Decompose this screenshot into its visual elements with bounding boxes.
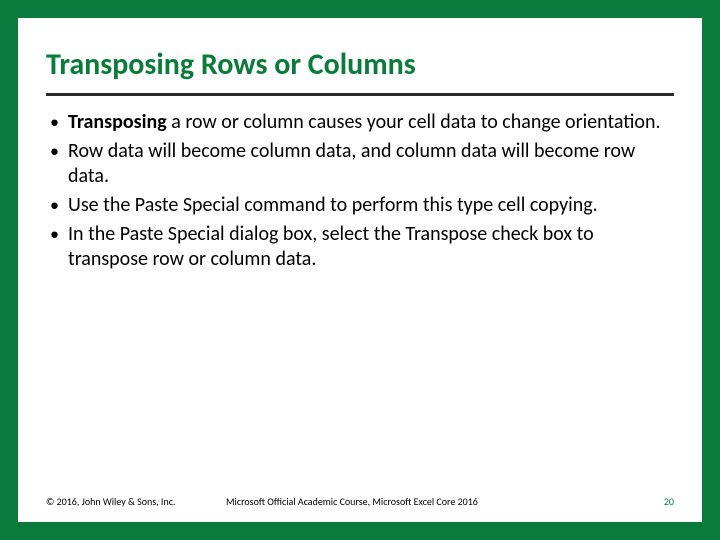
slide-footer: © 2016, John Wiley & Sons, Inc. Microsof… (46, 495, 674, 508)
footer-course: Microsoft Official Academic Course, Micr… (226, 495, 478, 508)
list-item: Transposing a row or column causes your … (46, 110, 674, 135)
list-item: Use the Paste Special command to perform… (46, 193, 674, 218)
slide-title: Transposing Rows or Columns (46, 48, 674, 96)
list-item: Row data will become column data, and co… (46, 139, 674, 189)
bullet-text: a row or column causes your cell data to… (167, 110, 661, 134)
bullet-text: Use the Paste Special command to perform… (68, 193, 598, 217)
bullet-text: Row data will become column data, and co… (68, 139, 635, 188)
slide: Transposing Rows or Columns Transposing … (18, 18, 702, 522)
bullet-text: In the Paste Special dialog box, select … (68, 222, 594, 271)
bullet-strong: Transposing (68, 110, 167, 134)
footer-page-number: 20 (664, 495, 674, 508)
footer-copyright: © 2016, John Wiley & Sons, Inc. (46, 495, 206, 508)
bullet-list: Transposing a row or column causes your … (46, 110, 674, 272)
list-item: In the Paste Special dialog box, select … (46, 222, 674, 272)
